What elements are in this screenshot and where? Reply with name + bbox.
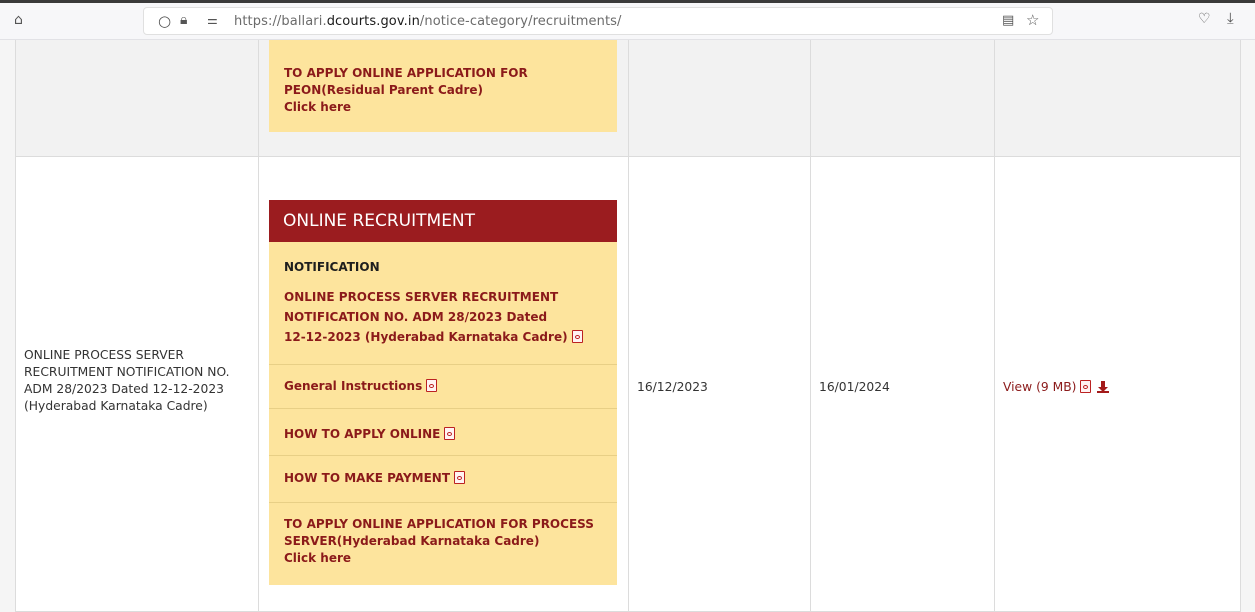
bookmark-star-icon[interactable]: ☆ — [1026, 13, 1039, 28]
page-content: TO APPLY ONLINE APPLICATION FOR PEON(Res… — [0, 40, 1255, 612]
row2-title-line2: RECRUITMENT NOTIFICATION NO. — [24, 365, 230, 379]
row1-apply-link[interactable]: TO APPLY ONLINE APPLICATION FOR PEON(Res… — [284, 65, 528, 116]
row2-title-cell: ONLINE PROCESS SERVER RECRUITMENT NOTIFI… — [15, 157, 259, 612]
shield-icon[interactable]: ○ — [158, 14, 171, 29]
row2-title: ONLINE PROCESS SERVER RECRUITMENT NOTIFI… — [24, 347, 230, 415]
row1-title-cell — [15, 40, 259, 157]
pocket-icon[interactable]: ♡ — [1198, 12, 1211, 26]
how-to-apply-link[interactable]: HOW TO APPLY ONLINE — [284, 426, 456, 443]
how-to-pay-label: HOW TO MAKE PAYMENT — [284, 471, 451, 485]
general-instructions-link[interactable]: General Instructions — [284, 378, 438, 395]
url-prefix: https://ballari. — [234, 14, 327, 29]
row2-title-line1: ONLINE PROCESS SERVER — [24, 348, 184, 362]
recruitment-panel: ONLINE RECRUITMENT NOTIFICATION ONLINE P… — [269, 200, 617, 585]
view-file-link[interactable]: View (9 MB) — [1003, 379, 1110, 396]
row1-file-cell — [995, 40, 1241, 157]
download-icon[interactable] — [1097, 381, 1110, 393]
window-top-strip — [0, 0, 1255, 3]
separator — [269, 502, 617, 503]
browser-toolbar: ⌂ ○ 🔒︎ ⚌ https://ballari.dcourts.gov.in/… — [0, 0, 1255, 40]
general-instructions-label: General Instructions — [284, 379, 423, 393]
row1-apply-line1: TO APPLY ONLINE APPLICATION FOR — [284, 66, 528, 80]
lock-icon[interactable]: 🔒︎ — [180, 13, 187, 27]
url-domain: dcourts.gov.in — [326, 14, 420, 29]
start-date: 16/12/2023 — [637, 380, 708, 394]
panel-header: ONLINE RECRUITMENT — [269, 200, 617, 242]
notification-label: NOTIFICATION — [284, 260, 380, 274]
process-server-click-here[interactable]: Click here — [284, 550, 594, 567]
downloads-icon[interactable]: ⤓ — [1227, 11, 1234, 26]
separator — [269, 364, 617, 365]
pdf-icon — [426, 379, 438, 392]
url-path: /notice-category/recruitments/ — [419, 14, 622, 29]
url-text[interactable]: https://ballari.dcourts.gov.in/notice-ca… — [234, 14, 622, 29]
pdf-icon — [454, 471, 466, 484]
row2-title-line3: ADM 28/2023 Dated 12-12-2023 — [24, 382, 224, 396]
view-file-label: View (9 MB) — [1003, 380, 1077, 394]
process-server-apply-link[interactable]: TO APPLY ONLINE APPLICATION FOR PROCESS … — [284, 516, 594, 567]
row1-apply-line2: PEON(Residual Parent Cadre) — [284, 83, 483, 97]
end-date: 16/01/2024 — [819, 380, 890, 394]
notification-line1: ONLINE PROCESS SERVER RECRUITMENT — [284, 290, 559, 304]
pdf-icon[interactable] — [1080, 380, 1092, 393]
separator — [269, 455, 617, 456]
row1-end-date-cell — [811, 40, 995, 157]
pdf-icon — [571, 330, 583, 343]
how-to-apply-label: HOW TO APPLY ONLINE — [284, 427, 441, 441]
permissions-icon[interactable]: ⚌ — [207, 14, 218, 26]
home-icon[interactable]: ⌂ — [14, 13, 23, 27]
row1-start-date-cell — [629, 40, 811, 157]
row1-links-cell: TO APPLY ONLINE APPLICATION FOR PEON(Res… — [259, 40, 629, 157]
notification-line2: NOTIFICATION NO. ADM 28/2023 Dated — [284, 310, 548, 324]
pdf-icon — [444, 427, 456, 440]
row2-file-cell: View (9 MB) — [995, 157, 1241, 612]
notification-link[interactable]: ONLINE PROCESS SERVER RECRUITMENT NOTIFI… — [284, 287, 583, 347]
panel-header-title: ONLINE RECRUITMENT — [283, 211, 476, 231]
row2-end-date-cell: 16/01/2024 — [811, 157, 995, 612]
how-to-pay-link[interactable]: HOW TO MAKE PAYMENT — [284, 470, 466, 487]
row2-start-date-cell: 16/12/2023 — [629, 157, 811, 612]
separator — [269, 408, 617, 409]
row2-links-cell: ONLINE RECRUITMENT NOTIFICATION ONLINE P… — [259, 157, 629, 612]
process-server-apply-line2: SERVER(Hyderabad Karnataka Cadre) — [284, 534, 540, 548]
reader-view-icon[interactable]: ▤ — [1002, 14, 1014, 27]
row2-title-line4: (Hyderabad Karnataka Cadre) — [24, 399, 208, 413]
address-bar[interactable]: ○ 🔒︎ ⚌ https://ballari.dcourts.gov.in/no… — [143, 7, 1053, 35]
row1-click-here[interactable]: Click here — [284, 99, 528, 116]
row1-yellow-panel: TO APPLY ONLINE APPLICATION FOR PEON(Res… — [269, 40, 617, 132]
process-server-apply-line1: TO APPLY ONLINE APPLICATION FOR PROCESS — [284, 517, 594, 531]
notification-line3: 12-12-2023 (Hyderabad Karnataka Cadre) — [284, 330, 568, 344]
